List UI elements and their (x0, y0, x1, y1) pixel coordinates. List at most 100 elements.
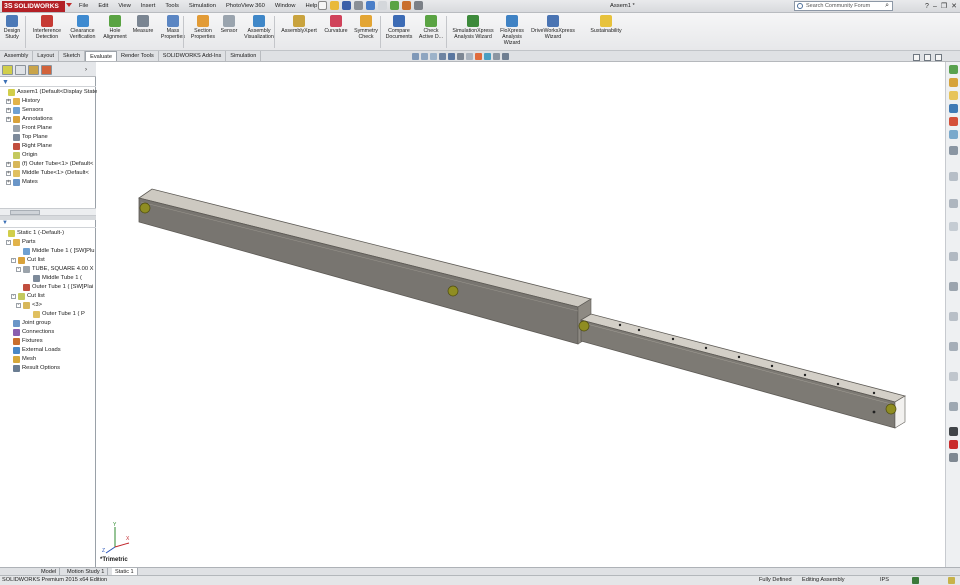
panel-expand-icon[interactable]: › (85, 65, 93, 75)
graph-tools-icon[interactable] (949, 252, 958, 261)
expand-icon[interactable]: + (6, 162, 11, 167)
rebuild-icon[interactable] (390, 1, 399, 10)
previous-view-icon[interactable] (430, 53, 437, 60)
motion-icon[interactable] (949, 199, 958, 208)
ribbon-check-button[interactable]: Check Active D... (418, 15, 444, 40)
expand-icon[interactable]: + (6, 108, 11, 113)
ribbon-hole-alignment-button[interactable]: Hole Alignment (101, 15, 129, 40)
tab-simulation[interactable]: Simulation (226, 51, 262, 61)
display-pane-icon[interactable] (502, 53, 509, 60)
ribbon-clearance-button[interactable]: Clearance Verification (66, 15, 99, 40)
middle-tube[interactable] (138, 188, 593, 345)
collapse-icon[interactable]: - (11, 294, 16, 299)
minimize-icon[interactable]: – (933, 0, 937, 13)
assembly-model[interactable] (97, 62, 945, 567)
display-manager-tab-icon[interactable] (41, 65, 52, 75)
tab-evaluate[interactable]: Evaluate (85, 51, 117, 61)
menu-tools[interactable]: Tools (160, 0, 184, 13)
file-properties-icon[interactable] (402, 1, 411, 10)
design-library-icon[interactable] (949, 78, 958, 87)
tab-render-tools[interactable]: Render Tools (117, 51, 159, 61)
menu-edit[interactable]: Edit (93, 0, 113, 13)
solidworks-logo[interactable]: 3S SOLIDWORKS (2, 1, 65, 12)
menu-view[interactable]: View (113, 0, 135, 13)
ribbon-measure-button[interactable]: Measure (130, 15, 156, 34)
configuration-manager-tab-icon[interactable] (28, 65, 39, 75)
filter-icon[interactable]: ▼ (2, 79, 9, 86)
new-document-icon[interactable] (318, 1, 327, 10)
print-icon[interactable] (354, 1, 363, 10)
tab-sketch[interactable]: Sketch (59, 51, 86, 61)
ribbon-design-study-button[interactable]: Design Study (2, 15, 22, 40)
edit-appearance-icon[interactable] (475, 53, 482, 60)
expand-icon[interactable]: + (6, 117, 11, 122)
undo-icon[interactable] (366, 1, 375, 10)
menu-photoview-360[interactable]: PhotoView 360 (221, 0, 270, 13)
display-tools-icon[interactable] (949, 172, 958, 181)
notifications-icon[interactable] (948, 577, 955, 584)
collapse-icon[interactable]: - (16, 267, 21, 272)
ribbon-section-properties-button[interactable]: Section Properties (190, 15, 216, 40)
scrollbar-thumb[interactable] (10, 210, 40, 215)
options-icon[interactable] (414, 1, 423, 10)
ribbon-sensor-button[interactable]: Sensor (219, 15, 239, 34)
ribbon-simxpress-button[interactable]: SimulationXpress Analysis Wizard (450, 15, 496, 40)
save-icon[interactable] (342, 1, 351, 10)
ribbon-sustainability-button[interactable]: Sustainability (585, 15, 627, 34)
feature-tree-scrollbar[interactable] (0, 208, 96, 216)
collapse-icon[interactable]: - (16, 303, 21, 308)
expand-icon[interactable]: + (6, 99, 11, 104)
select-icon[interactable] (378, 1, 387, 10)
hide-show-items-icon[interactable] (466, 53, 473, 60)
expand-icon[interactable]: + (6, 180, 11, 185)
ribbon-symmetry-button[interactable]: Symmetry Check (353, 15, 379, 40)
viewport-restore-icon[interactable] (913, 54, 920, 61)
units-status[interactable]: IPS (880, 576, 889, 585)
tab-layout[interactable]: Layout (33, 51, 60, 61)
logo-menu-arrow-icon[interactable] (66, 3, 72, 7)
apply-scene-icon[interactable] (484, 53, 491, 60)
ribbon-assemblyxpert-button[interactable]: AssemblyXpert (279, 15, 319, 34)
view-palette-icon[interactable] (949, 104, 958, 113)
record-icon[interactable] (949, 440, 958, 449)
graphics-area[interactable] (97, 62, 945, 567)
camera-icon[interactable] (949, 427, 958, 436)
simulation-tools-icon[interactable] (949, 146, 958, 155)
menu-window[interactable]: Window (270, 0, 301, 13)
tab-assembly[interactable]: Assembly (0, 51, 34, 61)
collapse-icon[interactable]: - (11, 258, 16, 263)
menu-file[interactable]: File (74, 0, 93, 13)
ribbon-curvature-button[interactable]: Curvature (322, 15, 350, 34)
filter-tools-icon[interactable] (949, 372, 958, 381)
restore-icon[interactable]: ❐ (941, 0, 947, 13)
zoom-to-area-icon[interactable] (421, 53, 428, 60)
display-style-icon[interactable] (457, 53, 464, 60)
feature-manager-tab-icon[interactable] (2, 65, 13, 75)
snapshot-icon[interactable] (949, 282, 958, 291)
assembly-tools-icon[interactable] (949, 222, 958, 231)
help-icon[interactable]: ? (925, 0, 929, 13)
ribbon-assembly-visualization-button[interactable]: Assembly Visualization (242, 15, 276, 40)
section-view-icon[interactable] (439, 53, 446, 60)
rebuild-status-icon[interactable] (912, 577, 919, 584)
resources-icon[interactable] (949, 65, 958, 74)
file-explorer-icon[interactable] (949, 91, 958, 100)
viewport-tile-icon[interactable] (924, 54, 931, 61)
layer-icon[interactable] (949, 342, 958, 351)
ribbon-floxpress-button[interactable]: FloXpress Analysis Wizard (499, 15, 525, 46)
open-icon[interactable] (330, 1, 339, 10)
menu-simulation[interactable]: Simulation (184, 0, 221, 13)
view-settings-icon[interactable] (493, 53, 500, 60)
custom-properties-icon[interactable] (949, 130, 958, 139)
study-filter-icon[interactable]: ▼ (2, 220, 8, 226)
collapse-icon[interactable]: - (6, 240, 11, 245)
play-icon[interactable] (949, 453, 958, 462)
ribbon-driveworks-button[interactable]: DriveWorksXpress Wizard (528, 15, 578, 40)
chart-tools-icon[interactable] (949, 312, 958, 321)
appearances-icon[interactable] (949, 117, 958, 126)
viewport-close-icon[interactable] (935, 54, 942, 61)
search-community-input[interactable]: Search Community Forum ⌕ (794, 1, 893, 11)
property-manager-tab-icon[interactable] (15, 65, 26, 75)
view-orientation-icon[interactable] (448, 53, 455, 60)
zoom-to-fit-icon[interactable] (412, 53, 419, 60)
